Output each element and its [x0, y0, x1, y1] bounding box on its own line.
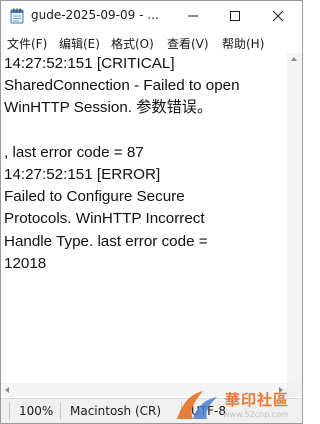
status-divider — [60, 402, 61, 420]
scroll-left-icon[interactable] — [5, 386, 9, 393]
minimize-icon — [188, 15, 198, 17]
menu-format[interactable]: 格式(O) — [111, 35, 154, 52]
menu-bar: 文件(F) 编辑(E) 格式(O) 查看(V) 帮助(H) — [1, 32, 302, 53]
close-icon — [273, 11, 283, 21]
text-editor[interactable]: 14:27:52:151 [CRITICAL] SharedConnection… — [1, 53, 287, 397]
close-button[interactable] — [256, 1, 300, 31]
minimize-button[interactable] — [171, 1, 215, 31]
menu-file[interactable]: 文件(F) — [7, 35, 47, 52]
notepad-icon — [10, 8, 24, 24]
title-bar[interactable]: gude-2025-09-09 - ... — [1, 1, 302, 31]
encoding: UTF-8 — [191, 404, 226, 418]
notepad-window: gude-2025-09-09 - ... 文件(F) 编辑(E) 格式(O) … — [0, 0, 303, 424]
scroll-up-icon[interactable] — [291, 57, 297, 61]
status-divider — [9, 402, 10, 420]
line-ending: Macintosh (CR) — [70, 404, 162, 418]
menu-edit[interactable]: 编辑(E) — [59, 35, 100, 52]
window-title: gude-2025-09-09 - ... — [31, 8, 159, 22]
vertical-scrollbar[interactable] — [287, 53, 302, 397]
maximize-icon — [230, 11, 240, 21]
zoom-level: 100% — [19, 404, 54, 418]
status-bar: 100% Macintosh (CR) UTF-8 — [1, 398, 302, 423]
menu-view[interactable]: 查看(V) — [167, 35, 209, 52]
scrollbar-corner — [287, 383, 302, 397]
editor-content[interactable]: 14:27:52:151 [CRITICAL] SharedConnection… — [4, 53, 240, 275]
horizontal-scrollbar[interactable] — [1, 383, 287, 397]
status-divider — [181, 402, 182, 420]
maximize-button[interactable] — [213, 1, 257, 31]
menu-help[interactable]: 帮助(H) — [222, 35, 264, 52]
scroll-right-icon[interactable] — [279, 386, 283, 393]
